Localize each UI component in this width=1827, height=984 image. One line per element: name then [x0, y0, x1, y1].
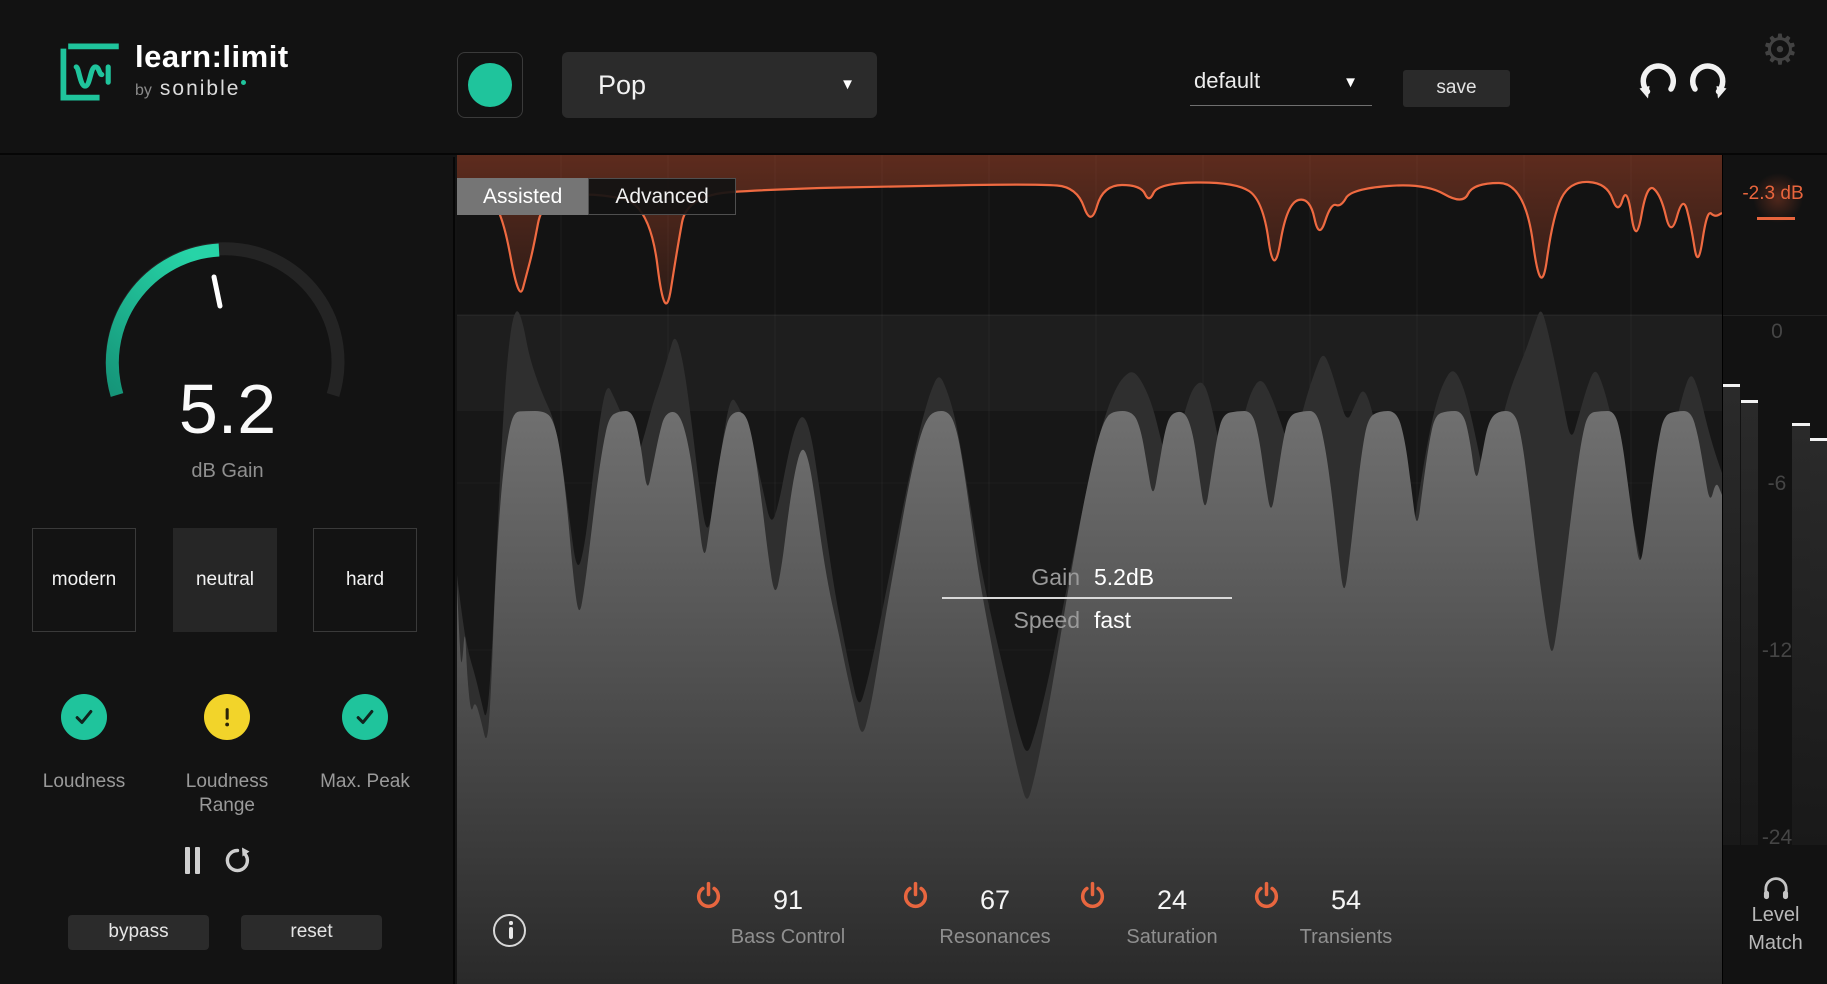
scale-label-minus12: -12 [1723, 639, 1827, 663]
loudness-range-indicator: Loudness Range [157, 694, 297, 818]
meter-peak-cap [1741, 400, 1758, 403]
brand-name: sonible [160, 77, 241, 100]
redo-button[interactable] [1684, 60, 1732, 108]
undo-arrowhead-icon [1640, 86, 1650, 99]
genre-profile-dropdown[interactable]: Pop ▼ [562, 52, 877, 118]
genre-selected-value: Pop [562, 70, 646, 101]
level-match-button[interactable]: Level Match [1723, 845, 1827, 984]
preset-selected-value: default [1190, 68, 1260, 93]
max-peak-indicator: Max. Peak [295, 694, 435, 794]
saturation-group: 24 Saturation [1077, 880, 1267, 949]
redo-arrowhead-icon [1717, 86, 1727, 99]
check-icon [342, 694, 388, 740]
overlay-speed-label: Speed [942, 603, 1080, 637]
character-button-neutral[interactable]: neutral [173, 528, 277, 632]
learn-limit-plugin-window: learn:limit by sonible Pop ▼ default ▼ sa… [0, 0, 1827, 984]
tab-advanced[interactable]: Advanced [588, 178, 735, 215]
saturation-label: Saturation [1126, 926, 1217, 949]
loudness-indicator: Loudness [14, 694, 154, 794]
save-button[interactable]: save [1403, 70, 1510, 107]
loudness-range-indicator-label: Loudness Range [172, 770, 282, 818]
tab-assisted[interactable]: Assisted [457, 178, 588, 215]
meter-transport-controls [185, 845, 253, 876]
app-logo: learn:limit by sonible [57, 40, 289, 104]
level-match-label-line2: Match [1748, 930, 1802, 956]
saturation-value[interactable]: 24 [1157, 885, 1187, 916]
pause-button[interactable] [185, 847, 200, 874]
gain-value: 5.2 [0, 369, 455, 449]
bypass-button[interactable]: bypass [68, 915, 209, 950]
power-icon[interactable] [1077, 880, 1108, 911]
bass-control-value[interactable]: 91 [773, 885, 803, 916]
logo-subtitle: by sonible [135, 77, 289, 101]
chevron-down-icon: ▼ [1343, 74, 1358, 91]
character-button-hard[interactable]: hard [313, 528, 417, 632]
meter-bar [1741, 403, 1758, 845]
resonances-group: 67 Resonances [900, 880, 1090, 949]
power-icon[interactable] [900, 880, 931, 911]
transients-label: Transients [1300, 926, 1393, 949]
overlay-divider [942, 597, 1232, 599]
resonances-label: Resonances [939, 926, 1050, 949]
overlay-speed-value: fast [1094, 603, 1232, 637]
logo-by-text: by [135, 82, 152, 99]
power-icon[interactable] [1251, 880, 1282, 911]
brand-dot-icon [241, 80, 246, 85]
meter-peak-cap [1723, 384, 1740, 387]
chevron-down-icon: ▼ [840, 76, 855, 93]
mode-tabs: Assisted Advanced [457, 178, 736, 215]
overlay-gain-value: 5.2dB [1094, 560, 1232, 594]
meter-bar [1723, 387, 1740, 845]
record-dot-icon [468, 63, 512, 107]
level-meters [1723, 155, 1827, 845]
level-match-label-line1: Level [1752, 902, 1800, 928]
bass-control-group: 91 Bass Control [693, 880, 883, 949]
transients-group: 54 Transients [1251, 880, 1441, 949]
info-button[interactable] [493, 914, 526, 947]
bass-control-label: Bass Control [731, 926, 846, 949]
undo-button[interactable] [1634, 60, 1682, 108]
top-bar: learn:limit by sonible Pop ▼ default ▼ sa… [0, 0, 1827, 155]
settings-gear-icon[interactable]: ⚙ [1752, 22, 1808, 78]
loudness-indicator-label: Loudness [43, 770, 125, 794]
scale-label-0: 0 [1723, 320, 1827, 344]
headphones-icon [1761, 874, 1791, 900]
transients-value[interactable]: 54 [1331, 885, 1361, 916]
app-title: learn:limit [135, 40, 289, 74]
logo-text-block: learn:limit by sonible [135, 40, 289, 104]
waveform-display[interactable]: Assisted Advanced Gain 5.2dB Speed fast [457, 155, 1722, 984]
preset-dropdown[interactable]: default ▼ [1190, 62, 1372, 106]
overlay-gain-label: Gain [942, 560, 1080, 594]
gain-speed-overlay[interactable]: Gain 5.2dB Speed fast [942, 560, 1232, 637]
warning-exclamation-icon [204, 694, 250, 740]
learnlimit-logo-icon [57, 40, 121, 104]
character-button-modern[interactable]: modern [32, 528, 136, 632]
left-control-panel: 5.2 dB Gain modern neutral hard Loudness… [0, 157, 455, 984]
scale-label-minus6: -6 [1723, 472, 1827, 496]
meter-peak-cap [1792, 423, 1810, 426]
meter-peak-cap [1810, 438, 1827, 441]
gauge-needle [214, 277, 220, 306]
resonances-value[interactable]: 67 [980, 885, 1010, 916]
reset-button[interactable]: reset [241, 915, 382, 950]
power-icon[interactable] [693, 880, 724, 911]
gain-unit-label: dB Gain [0, 460, 455, 483]
check-icon [61, 694, 107, 740]
max-peak-indicator-label: Max. Peak [320, 770, 410, 794]
restart-loop-button[interactable] [222, 845, 253, 876]
info-icon [509, 921, 513, 925]
learning-record-button[interactable] [457, 52, 523, 118]
output-meter-column: -2.3 dB 0 -6 -12 -24 Level Match [1722, 155, 1827, 984]
